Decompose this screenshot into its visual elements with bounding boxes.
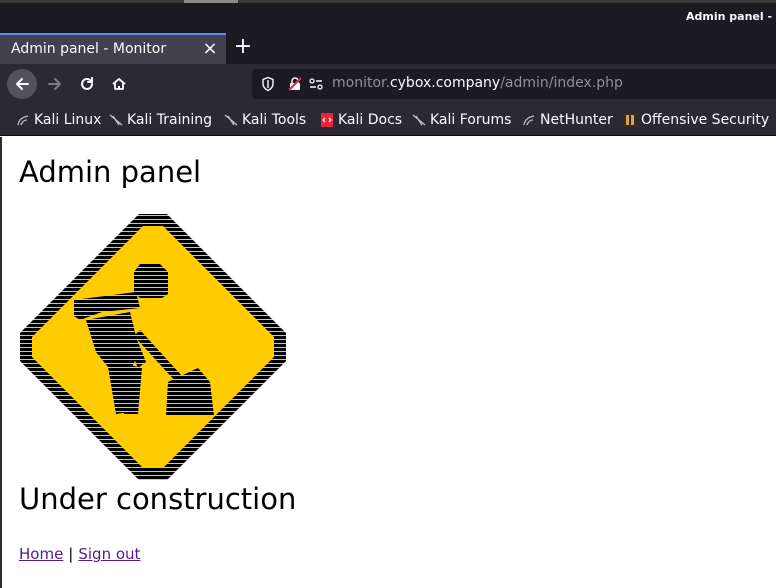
tracking-shield-icon[interactable] xyxy=(260,76,276,92)
back-arrow-icon xyxy=(16,78,29,90)
bookmark-label: Kali Tools xyxy=(242,112,307,128)
window-title: Admin panel - Mo xyxy=(686,10,776,23)
bookmark-label: Kali Linux xyxy=(34,112,102,128)
bookmark-label: Kali Training xyxy=(127,112,212,128)
link-separator: | xyxy=(68,545,74,563)
url-domain: cybox.company xyxy=(389,75,501,91)
tab-admin-panel[interactable]: Admin panel - Monitor × xyxy=(0,33,226,64)
bookmark-kali-training[interactable]: Kali Training xyxy=(109,111,212,129)
bookmark-kali-docs[interactable]: Kali Docs xyxy=(320,111,402,129)
kali-dragon-icon xyxy=(412,114,426,126)
url-bar[interactable]: monitor.cybox.company/admin/index.php xyxy=(252,69,776,99)
kali-dragon-icon xyxy=(109,114,123,126)
bookmark-label: Offensive Security xyxy=(641,112,770,128)
home-icon xyxy=(112,78,126,90)
under-construction-heading: Under construction xyxy=(19,482,297,516)
footer-links: Home | Sign out xyxy=(19,545,140,563)
close-tab-icon[interactable]: × xyxy=(201,39,219,59)
url-path: /admin/index.php xyxy=(500,75,623,91)
navigation-toolbar: monitor.cybox.company/admin/index.php xyxy=(0,64,776,104)
bookmark-label: Kali Forums xyxy=(430,112,512,128)
reload-icon xyxy=(81,77,93,90)
forward-button[interactable] xyxy=(40,69,70,99)
titlebar-top-strip xyxy=(0,0,776,3)
bookmark-kali-forums[interactable]: Kali Forums xyxy=(412,111,511,129)
home-button[interactable] xyxy=(104,69,134,99)
url-text[interactable]: monitor.cybox.company/admin/index.php xyxy=(332,75,623,91)
bookmark-label: NetHunter xyxy=(540,112,613,128)
forward-arrow-icon xyxy=(48,78,61,90)
bookmark-kali-tools[interactable]: Kali Tools xyxy=(224,111,306,129)
insecure-lock-icon[interactable] xyxy=(287,76,303,92)
bookmark-kali-linux[interactable]: Kali Linux xyxy=(16,111,101,129)
permissions-icon[interactable] xyxy=(308,76,324,92)
page-title: Admin panel xyxy=(19,155,202,189)
reload-button[interactable] xyxy=(72,69,102,99)
home-link[interactable]: Home xyxy=(19,545,63,563)
back-button[interactable] xyxy=(7,69,37,99)
titlebar-top-mark xyxy=(184,0,238,3)
offsec-icon xyxy=(623,113,637,127)
bookmarks-toolbar: Kali Linux Kali Training Kali Tools Kali… xyxy=(0,104,776,136)
bookmark-offensive-security[interactable]: Offensive Security xyxy=(623,111,769,129)
kali-dragon-icon xyxy=(224,114,238,126)
kali-dragon-icon xyxy=(523,115,535,126)
kali-docs-icon xyxy=(321,113,333,127)
page-viewport: Admin panel Under construction Home | Sign… xyxy=(0,137,776,588)
window-titlebar: Admin panel - Mo xyxy=(0,0,776,33)
bookmark-label: Kali Docs xyxy=(338,112,403,128)
bookmark-nethunter[interactable]: NetHunter xyxy=(522,111,613,129)
tab-strip: Admin panel - Monitor × + xyxy=(0,33,776,64)
new-tab-plus-icon[interactable]: + xyxy=(232,35,254,59)
tab-title: Admin panel - Monitor xyxy=(11,41,167,57)
kali-dragon-icon xyxy=(17,115,29,126)
url-host-prefix: monitor. xyxy=(332,75,390,91)
sign-out-link[interactable]: Sign out xyxy=(78,545,140,563)
under-construction-sign-icon xyxy=(20,214,286,480)
